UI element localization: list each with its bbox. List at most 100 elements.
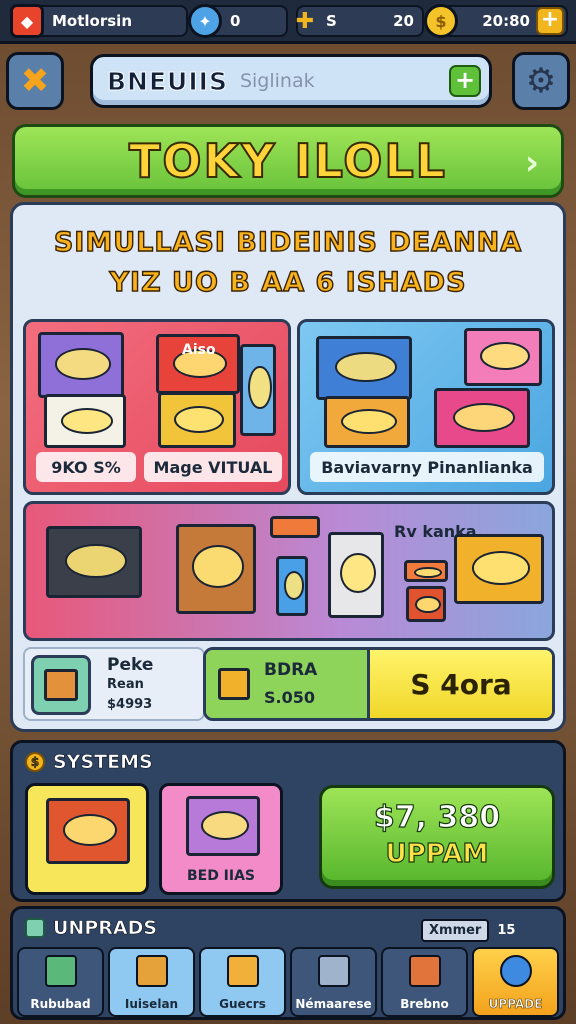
nav-label: Iuiselan xyxy=(124,997,179,1011)
product-box-icon xyxy=(240,344,276,436)
arrow-left-icon xyxy=(270,516,320,538)
title-banner[interactable]: TOKY ILOLL › xyxy=(12,124,564,198)
box-icon xyxy=(31,655,91,715)
crate-stack-icon xyxy=(186,796,260,856)
mini-title: Peke xyxy=(107,655,154,675)
banner-title: TOKY ILOLL xyxy=(128,133,447,189)
nav-label: Rububad xyxy=(30,997,91,1011)
upgrade-button-label: UPPAM xyxy=(385,838,489,869)
mini-value: $4993 xyxy=(107,697,153,712)
search-input[interactable] xyxy=(239,70,449,92)
gem-icon: ✦ xyxy=(188,4,222,38)
systems-title: $ SYSTEMS xyxy=(25,751,153,773)
product-box-icon xyxy=(38,332,124,398)
nav-item-iuiselan[interactable]: Iuiselan xyxy=(108,947,195,1017)
nav-item-rububad[interactable]: Rububad xyxy=(17,947,104,1017)
package-icon xyxy=(135,955,168,987)
nav-item-brebno[interactable]: Brebno xyxy=(381,947,468,1017)
player-avatar-icon: ◆ xyxy=(10,4,44,38)
nav-label: UPPADE xyxy=(488,997,543,1012)
box-icon xyxy=(44,955,77,987)
coin-counter[interactable]: $ 20:80 + xyxy=(424,4,568,38)
nav-item-guecrs[interactable]: Guecrs xyxy=(199,947,286,1017)
can-icon xyxy=(276,556,308,616)
nav-label: Guecrs xyxy=(219,997,266,1011)
tray-icon xyxy=(46,526,142,598)
cart-icon xyxy=(46,798,130,864)
product-box-icon xyxy=(464,328,542,386)
buy-button[interactable]: S 4ora xyxy=(370,650,552,718)
product-box-icon xyxy=(324,396,410,448)
coin-icon: $ xyxy=(424,4,458,38)
settings-button[interactable]: ⚙ xyxy=(512,52,570,110)
laptop-icon xyxy=(454,534,544,604)
nav-item-upgrade[interactable]: UPPADE xyxy=(472,947,559,1017)
filter-control[interactable]: Xmmer 15 xyxy=(421,917,551,943)
gem-counter[interactable]: ✦ 0 xyxy=(188,4,288,38)
cube-icon xyxy=(218,668,250,700)
card-left-label-2: Mage VITUAL xyxy=(144,452,282,482)
close-button[interactable]: ✖ xyxy=(6,52,64,110)
package-icon xyxy=(226,955,259,987)
system-card-2-label: BED IIAS xyxy=(186,868,256,884)
cart-icon xyxy=(328,532,384,618)
nav-item-nemaarese[interactable]: Némaarese xyxy=(290,947,377,1017)
player-panel[interactable]: ◆ Motlorsin xyxy=(10,4,188,38)
systems-section: $ SYSTEMS BED IIAS $7, 380 UPPAM xyxy=(10,740,566,902)
product-box-icon xyxy=(316,336,412,400)
system-card-cart[interactable] xyxy=(25,783,149,895)
price-title: BDRA xyxy=(264,660,318,680)
buy-row[interactable]: BDRA S.050 S 4ora xyxy=(203,647,555,721)
mini-sub: Rean xyxy=(107,677,144,692)
gear-icon: ⚙ xyxy=(525,61,557,101)
add-coins-button[interactable]: + xyxy=(536,7,564,35)
filter-count: 15 xyxy=(497,922,516,938)
clock-icon xyxy=(499,955,532,987)
close-icon: ✖ xyxy=(20,61,50,101)
nav-label: Némaarese xyxy=(295,997,372,1011)
energy-label: S xyxy=(326,12,337,30)
product-card-right[interactable]: Baviavarny Pinanlianka xyxy=(297,319,555,495)
card-right-label: Baviavarny Pinanlianka xyxy=(310,452,544,482)
panel-subtitle-1: SIMULLASI BIDEINIS DEANNA xyxy=(53,226,523,258)
card-left-label-1: 9KO S% xyxy=(36,452,136,482)
product-card-wide[interactable]: Rv kanka xyxy=(23,501,555,641)
system-card-crates[interactable]: BED IIAS xyxy=(159,783,283,895)
energy-counter[interactable]: ✚ S 20 xyxy=(296,5,424,37)
coin-value: 20:80 xyxy=(482,12,530,30)
product-box-icon xyxy=(434,388,530,448)
resource-bar: ◆ Motlorsin ✦ 0 ✚ S 20 $ 20:80 + xyxy=(0,0,576,44)
nav-label: Brebno xyxy=(400,997,449,1011)
gem-value: 0 xyxy=(230,12,241,30)
box-icon xyxy=(25,918,45,938)
price-info: BDRA S.050 xyxy=(206,650,370,718)
coin-icon: $ xyxy=(25,752,45,772)
parcel-icon xyxy=(406,586,446,622)
add-button[interactable]: + xyxy=(449,65,481,97)
product-box-icon xyxy=(44,394,126,448)
systems-title-text: SYSTEMS xyxy=(53,751,153,774)
shop-panel: SIMULLASI BIDEINIS DEANNA YIZ UO B AA 6 … xyxy=(10,202,566,732)
price-value: S.050 xyxy=(264,688,315,707)
brand-label: BNEUIIS xyxy=(107,66,228,96)
chevron-right-icon[interactable]: › xyxy=(525,143,539,183)
player-name: Motlorsin xyxy=(52,12,132,30)
product-card-left[interactable]: Aiso 9KO S% Mage VITUAL xyxy=(23,319,291,495)
energy-value: 20 xyxy=(393,12,414,30)
energy-icon: ✚ xyxy=(295,8,315,34)
item-mini-card[interactable]: Peke Rean $4993 xyxy=(23,647,205,721)
search-bar: BNEUIIS + xyxy=(90,54,492,108)
crate-icon xyxy=(176,524,256,614)
upgrade-system-button[interactable]: $7, 380 UPPAM xyxy=(319,785,555,889)
upgrades-title-text: UNPRADS xyxy=(53,917,158,940)
filter-chip[interactable]: Xmmer xyxy=(421,918,490,942)
box-text: Aiso xyxy=(182,342,216,358)
upgrades-section: UNPRADS Xmmer 15 Rububad Iuiselan Guecrs… xyxy=(10,906,566,1020)
basket-icon xyxy=(404,560,448,582)
bottom-nav: Rububad Iuiselan Guecrs Némaarese Brebno… xyxy=(17,947,559,1017)
crate-icon xyxy=(408,955,441,987)
upgrades-title: UNPRADS xyxy=(25,917,157,939)
product-box-icon xyxy=(158,392,236,448)
upgrade-price: $7, 380 xyxy=(373,799,501,835)
panel-subtitle-2: YIZ UO B AA 6 ISHADS xyxy=(109,266,467,298)
